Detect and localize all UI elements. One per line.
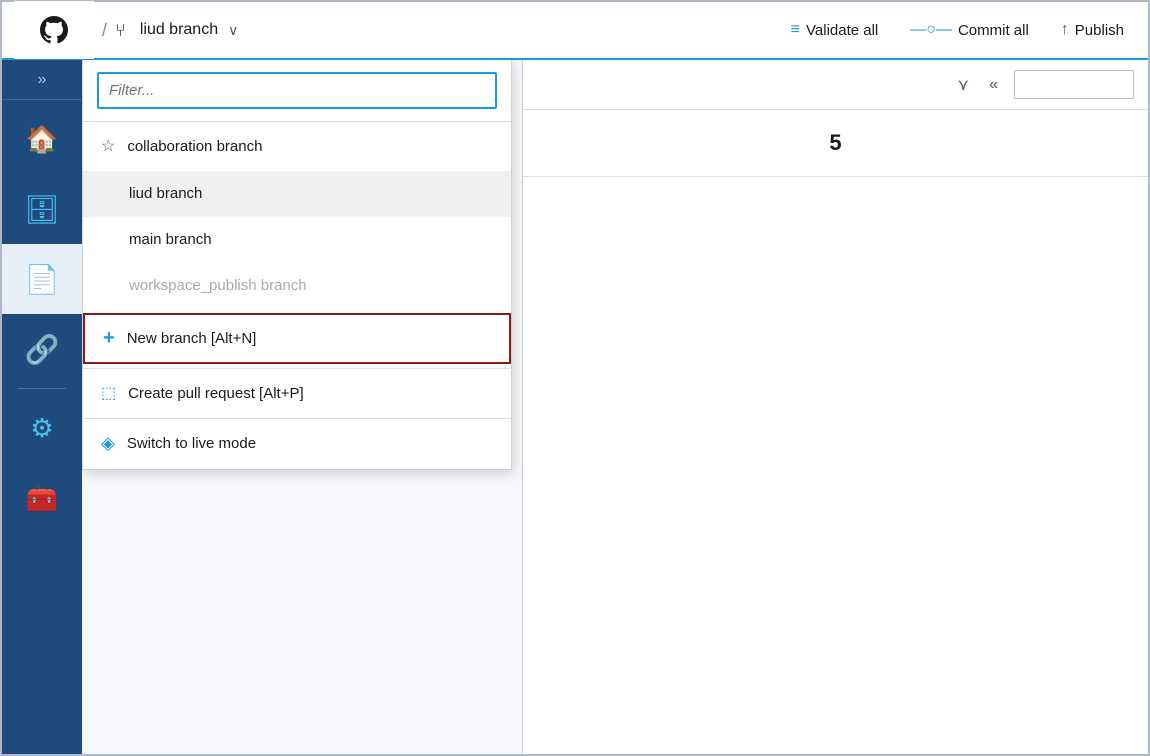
- home-icon: 🏠: [26, 124, 58, 155]
- commit-label: Commit all: [958, 22, 1029, 39]
- pipeline-icon: 🔗: [25, 333, 60, 366]
- sidebar-divider: [18, 388, 66, 389]
- collapse-icon: «: [989, 76, 998, 93]
- database-icon: 🗄: [24, 193, 60, 226]
- content-area: ☆ collaboration branch liud branch main …: [82, 60, 1148, 754]
- publish-label: Publish: [1075, 22, 1124, 39]
- branch-main-label: main branch: [129, 231, 212, 248]
- branch-item-workspace[interactable]: workspace_publish branch: [83, 263, 511, 309]
- new-branch-item[interactable]: + New branch [Alt+N]: [83, 313, 511, 364]
- sort-desc-button[interactable]: ⋎: [953, 71, 973, 99]
- publish-button[interactable]: ↑ Publish: [1049, 15, 1136, 45]
- commit-all-button[interactable]: —○— Commit all: [898, 15, 1041, 45]
- validate-icon: ≡: [791, 21, 800, 39]
- branch-workspace-label: workspace_publish branch: [129, 277, 307, 294]
- sidebar-item-home[interactable]: 🏠: [2, 104, 82, 174]
- publish-icon: ↑: [1061, 21, 1069, 39]
- github-logo: [14, 1, 94, 59]
- sidebar-item-documents[interactable]: 📄: [2, 244, 82, 314]
- monitor-icon: ⚙: [30, 413, 53, 444]
- main-area: » 🏠 🗄 📄 🔗 ⚙ 🧰: [2, 60, 1148, 754]
- filter-input[interactable]: [97, 72, 497, 109]
- sidebar-item-tools[interactable]: 🧰: [2, 463, 82, 533]
- right-panel-header: ⋎ «: [523, 60, 1148, 110]
- number-display: 5: [523, 110, 1148, 177]
- live-mode-item[interactable]: ◈ Switch to live mode: [83, 419, 511, 469]
- top-bar-left: / ⑂ liud branch ∨: [14, 1, 779, 59]
- sidebar-item-pipeline[interactable]: 🔗: [2, 314, 82, 384]
- number-value: 5: [829, 130, 841, 155]
- commit-icon: —○—: [910, 21, 952, 39]
- documents-icon: 📄: [25, 263, 60, 296]
- pull-request-icon: ⬚: [101, 383, 116, 403]
- branch-icon: ⑂: [115, 20, 126, 41]
- sidebar-expand-button[interactable]: »: [2, 60, 82, 100]
- live-mode-label: Switch to live mode: [127, 435, 256, 452]
- branch-item-liud[interactable]: liud branch: [83, 171, 511, 217]
- collapse-button[interactable]: «: [985, 72, 1002, 98]
- top-bar-actions: ≡ Validate all —○— Commit all ↑ Publish: [779, 15, 1136, 45]
- sidebar-item-database[interactable]: 🗄: [2, 174, 82, 244]
- branch-name: liud branch: [140, 21, 218, 39]
- github-icon: [40, 16, 68, 44]
- right-panel-search[interactable]: [1014, 70, 1134, 99]
- new-branch-label: New branch [Alt+N]: [127, 330, 257, 347]
- validate-all-button[interactable]: ≡ Validate all: [779, 15, 891, 45]
- expand-icon: »: [38, 71, 47, 89]
- pull-request-label: Create pull request [Alt+P]: [128, 385, 304, 402]
- tools-icon: 🧰: [26, 483, 58, 514]
- branch-item-collaboration[interactable]: ☆ collaboration branch: [83, 122, 511, 171]
- right-panel: ⋎ « 5: [522, 60, 1148, 754]
- validate-label: Validate all: [806, 22, 878, 39]
- sidebar: » 🏠 🗄 📄 🔗 ⚙ 🧰: [2, 60, 82, 754]
- plus-icon: +: [103, 327, 115, 350]
- pull-request-item[interactable]: ⬚ Create pull request [Alt+P]: [83, 369, 511, 418]
- live-mode-icon: ◈: [101, 433, 115, 454]
- breadcrumb-slash: /: [102, 20, 107, 41]
- top-bar: / ⑂ liud branch ∨ ≡ Validate all —○— Com…: [2, 2, 1148, 60]
- branch-item-main[interactable]: main branch: [83, 217, 511, 263]
- star-icon: ☆: [101, 136, 115, 156]
- sidebar-item-monitor[interactable]: ⚙: [2, 393, 82, 463]
- branch-dropdown: ☆ collaboration branch liud branch main …: [82, 60, 512, 470]
- branch-selector[interactable]: liud branch ∨: [132, 17, 247, 43]
- branch-collaboration-label: collaboration branch: [127, 138, 262, 155]
- chevron-down-icon: ∨: [228, 22, 238, 39]
- filter-input-wrapper: [83, 60, 511, 122]
- sort-desc-icon: ⋎: [957, 77, 969, 94]
- branch-liud-label: liud branch: [129, 185, 202, 202]
